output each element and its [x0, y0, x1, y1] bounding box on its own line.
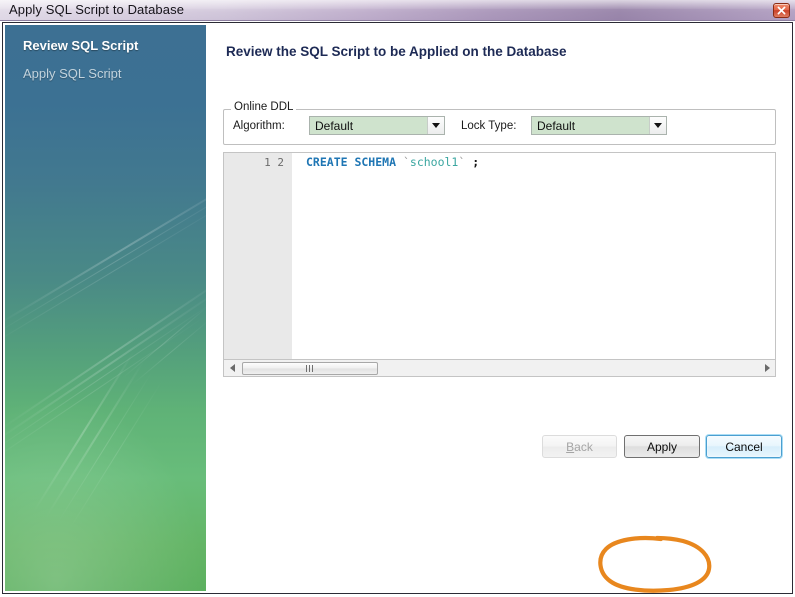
scrollbar-track[interactable] [240, 361, 759, 376]
client-inner: Review SQL Script Apply SQL Script Revie… [3, 23, 792, 593]
title-bar[interactable]: Apply SQL Script to Database [0, 0, 795, 21]
sql-open-backtick: ` [402, 155, 410, 169]
grip-lines-icon [305, 364, 313, 372]
sidebar-streak [45, 360, 145, 518]
scroll-right-button[interactable] [759, 361, 775, 376]
sidebar-item-review-sql-script[interactable]: Review SQL Script [23, 38, 138, 53]
sidebar-streak [5, 272, 206, 431]
lock-type-dropdown-arrow[interactable] [649, 117, 666, 134]
apply-button-label: Apply [646, 439, 678, 454]
sql-identifier: school1 [409, 155, 459, 169]
sidebar-streak [69, 380, 163, 530]
client-frame: Review SQL Script Apply SQL Script Revie… [2, 22, 793, 594]
sidebar-item-apply-sql-script[interactable]: Apply SQL Script [23, 66, 122, 81]
lock-type-dropdown[interactable]: Default [531, 116, 667, 135]
close-icon [777, 6, 786, 15]
chevron-down-icon [432, 123, 440, 128]
sql-terminator: ; [472, 155, 480, 169]
sidebar-streak [5, 286, 206, 445]
cancel-button[interactable]: Cancel [706, 435, 782, 458]
sidebar-streak [5, 300, 206, 459]
back-button-label: Back [566, 439, 593, 454]
sql-keyword: CREATE SCHEMA [306, 155, 397, 169]
line-number-gutter: 1 2 [224, 153, 293, 359]
sidebar-streak [5, 182, 206, 339]
chevron-down-icon [654, 123, 662, 128]
algorithm-label: Algorithm: [233, 120, 285, 132]
cancel-button-label: Cancel [725, 439, 763, 454]
scroll-left-button[interactable] [224, 361, 240, 376]
triangle-right-icon [764, 364, 770, 372]
sidebar-streak [5, 170, 206, 327]
sidebar-streak [33, 349, 136, 512]
back-button[interactable]: Back [542, 435, 617, 458]
sidebar-streak [131, 317, 206, 386]
apply-button[interactable]: Apply [624, 435, 700, 458]
main-content: Review the SQL Script to be Applied on t… [206, 25, 790, 591]
window-title: Apply SQL Script to Database [9, 2, 185, 17]
dialog-window: Apply SQL Script to Database Review SQL … [0, 0, 795, 597]
sidebar-streak [57, 370, 154, 524]
sidebar-glow [5, 371, 206, 591]
wizard-step-sidebar: Review SQL Script Apply SQL Script [5, 25, 206, 591]
sidebar-streak [5, 314, 206, 472]
algorithm-dropdown-value: Default [315, 118, 354, 133]
sidebar-streak [5, 194, 206, 351]
triangle-left-icon [229, 364, 235, 372]
sql-script-editor[interactable]: 1 2 CREATE SCHEMA `school1` ; [223, 152, 776, 360]
lock-type-dropdown-value: Default [537, 118, 576, 133]
algorithm-dropdown-arrow[interactable] [427, 117, 444, 134]
lock-type-label: Lock Type: [461, 120, 517, 132]
line-numbers: 1 2 [264, 156, 284, 169]
online-ddl-legend: Online DDL [231, 101, 297, 113]
page-title: Review the SQL Script to be Applied on t… [226, 44, 567, 59]
sql-code-text[interactable]: CREATE SCHEMA `school1` ; [294, 153, 775, 359]
sidebar-streak [123, 306, 206, 378]
close-button[interactable] [773, 3, 790, 18]
scrollbar-thumb[interactable] [242, 361, 378, 375]
algorithm-dropdown[interactable]: Default [309, 116, 445, 135]
editor-horizontal-scrollbar[interactable] [223, 360, 776, 377]
